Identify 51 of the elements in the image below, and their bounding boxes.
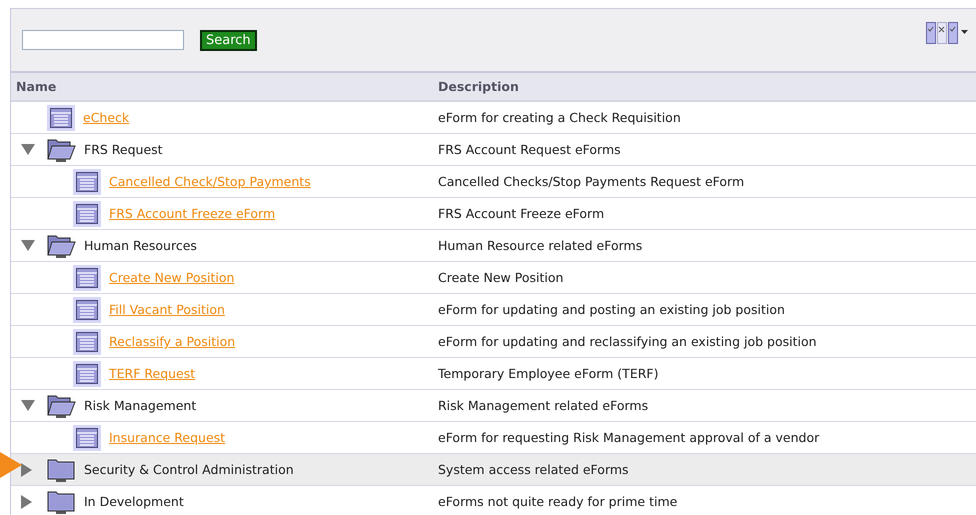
open-folder-icon xyxy=(47,233,76,258)
form-link[interactable]: Create New Position xyxy=(109,270,234,285)
expand-arrow-icon[interactable] xyxy=(21,462,32,476)
search-field[interactable] xyxy=(22,30,184,50)
description-cell: eForms not quite ready for prime time xyxy=(438,494,678,509)
column-header[interactable]: Name xyxy=(11,79,433,94)
form-link[interactable]: Cancelled Check/Stop Payments xyxy=(109,174,311,189)
form-link[interactable]: Reclassify a Position xyxy=(109,334,236,349)
column-chooser-icon[interactable] xyxy=(926,22,968,44)
collapse-arrow-icon[interactable] xyxy=(21,240,35,251)
description-cell: Human Resource related eForms xyxy=(438,238,642,253)
folder-name: FRS Request xyxy=(84,142,163,157)
pointer-arrow-icon xyxy=(0,450,22,480)
form-icon xyxy=(73,200,101,226)
expand-arrow-icon[interactable] xyxy=(21,494,32,508)
folder-name: Security & Control Administration xyxy=(84,462,294,477)
form-icon xyxy=(73,264,101,290)
highlighted-row[interactable]: Security & Control Administration System access related eForms xyxy=(11,454,976,486)
form-link[interactable]: Fill Vacant Position xyxy=(109,302,225,317)
form-icon xyxy=(73,360,101,386)
description-cell: Cancelled Checks/Stop Payments Request eForm xyxy=(438,174,744,189)
open-folder-icon xyxy=(47,137,76,162)
collapse-arrow-icon[interactable] xyxy=(21,400,35,411)
description-cell: Temporary Employee eForm (TERF) xyxy=(438,366,658,381)
folder-icon xyxy=(47,489,76,514)
form-link[interactable]: Insurance Request xyxy=(109,430,226,445)
folder-name: Risk Management xyxy=(84,398,196,413)
folder-icon xyxy=(47,457,76,482)
form-icon xyxy=(73,328,101,354)
form-icon xyxy=(73,168,101,194)
description-cell: eForm for creating a Check Requisition xyxy=(438,110,681,125)
folder-name: In Development xyxy=(84,494,184,509)
description-cell: Risk Management related eForms xyxy=(438,398,648,413)
description-cell: Create New Position xyxy=(438,270,564,285)
collapse-arrow-icon[interactable] xyxy=(21,144,35,155)
form-icon xyxy=(73,296,101,322)
folder-name: Human Resources xyxy=(84,238,197,253)
form-icon xyxy=(47,104,75,130)
open-folder-icon xyxy=(47,393,76,418)
column-header[interactable]: Description xyxy=(433,79,519,94)
form-link[interactable]: TERF Request xyxy=(109,366,196,381)
form-icon xyxy=(73,424,101,450)
description-cell: FRS Account Request eForms xyxy=(438,142,621,157)
form-link[interactable]: eCheck xyxy=(83,110,130,125)
description-cell: eForm for updating and reclassifying an existing job position xyxy=(438,334,817,349)
description-cell: eForm for requesting Risk Management approval of a vendor xyxy=(438,430,820,445)
description-cell: System access related eForms xyxy=(438,462,629,477)
description-cell: eForm for updating and posting an existing job position xyxy=(438,302,785,317)
description-cell: FRS Account Freeze eForm xyxy=(438,206,604,221)
form-link[interactable]: FRS Account Freeze eForm xyxy=(109,206,276,221)
search-button[interactable]: Search xyxy=(200,30,257,50)
